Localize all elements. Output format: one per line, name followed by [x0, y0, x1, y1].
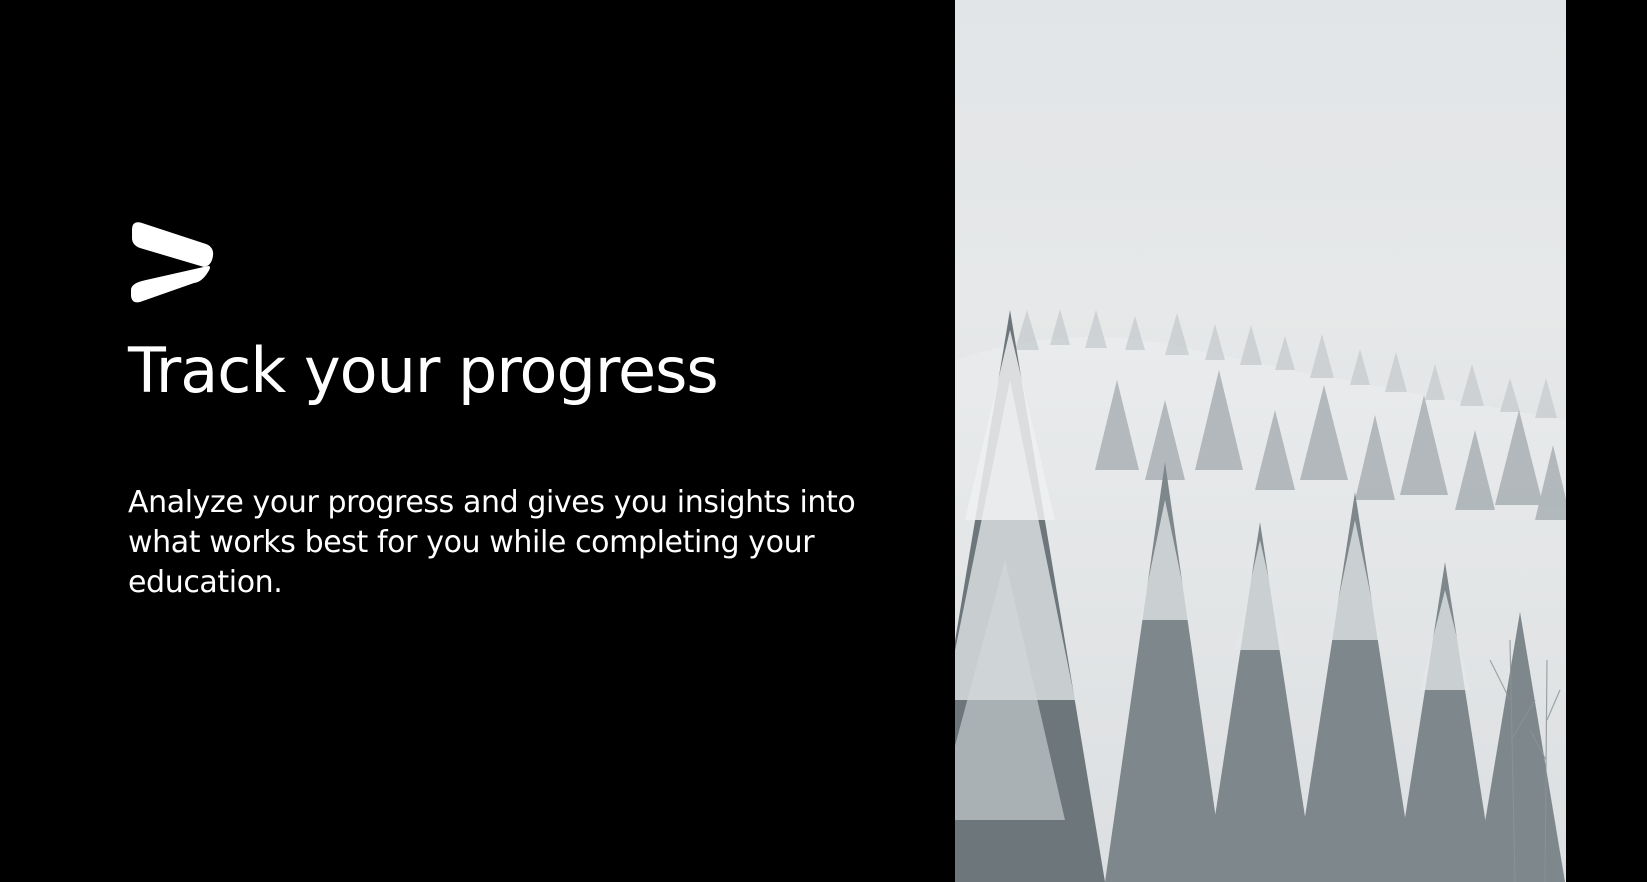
snowy-forest-illustration: [955, 0, 1566, 882]
slide-description: Analyze your progress and gives you insi…: [128, 485, 856, 601]
forest-image: [955, 0, 1566, 882]
page-title: Track your progress: [128, 334, 719, 407]
slide-content: Track your progress Analyze your progres…: [128, 220, 928, 603]
play-arrow-logo-icon: [131, 222, 214, 303]
onboarding-slide: Track your progress Analyze your progres…: [0, 0, 1647, 882]
